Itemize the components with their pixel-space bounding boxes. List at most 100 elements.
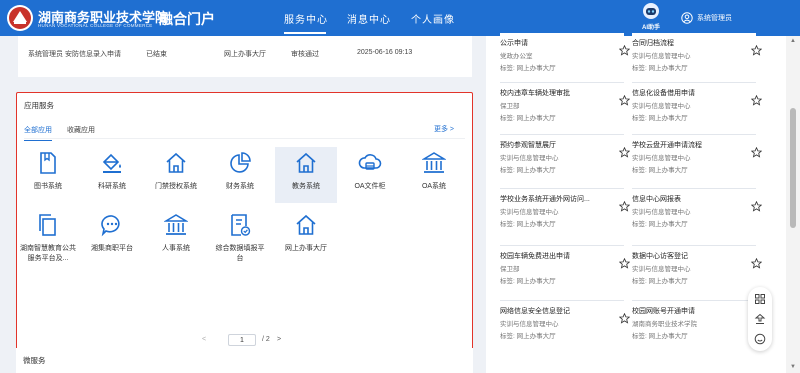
process-name: 网络信息安全信息登记 [500,308,570,315]
page-number-input[interactable] [228,334,256,346]
process-name: 信息中心网报表 [632,196,681,203]
row-status: 已结束 [146,51,167,58]
tab-favorite-apps[interactable]: 收藏应用 [67,125,95,135]
robot-icon [643,3,659,19]
favorite-star-icon[interactable] [619,147,630,158]
app-tile-xiangji-platform[interactable]: 湘集商职平台 [81,209,143,265]
app-tile-access-control[interactable]: 门禁授权系统 [145,147,207,203]
app-tile-online-hall[interactable]: 网上办事大厅 [275,209,337,265]
user-menu[interactable]: 系统管理员 [681,11,732,25]
recent-tasks-card: 系统管理员 安防信息录入申请 已结束 网上办事大厅 审核通过 2025-06-1… [18,36,472,77]
copy-icon [39,214,56,236]
favorite-star-icon[interactable] [751,201,762,212]
app-tile-finance[interactable]: 财务系统 [209,147,271,203]
process-card[interactable]: 预约参观智慧展厅 实训与信息管理中心 标签: 网上办事大厅 [500,134,630,185]
app-tile-oa-file-cabinet[interactable]: OA文件柜 [339,147,401,203]
process-card[interactable]: 网络信息安全信息登记 实训与信息管理中心 标签: 网上办事大厅 [500,300,630,351]
prev-page-button[interactable]: < [202,336,206,343]
paint-bucket-icon [102,153,121,173]
process-name: 校内违章车辆处理审批 [500,90,570,97]
app-label: 湖南智慧教育公共服务平台及... [20,245,76,262]
scroll-down-icon[interactable]: ▼ [790,364,796,370]
home-icon [166,152,186,173]
app-tile-hr-system[interactable]: 人事系统 [145,209,207,265]
ai-assistant-button[interactable]: AI助手 [636,2,666,34]
app-label: 湘集商职平台 [91,245,133,252]
process-department: 实训与信息管理中心 [500,155,559,162]
process-tag: 标签: 网上办事大厅 [500,167,556,174]
process-name: 合同归档流程 [632,40,674,47]
app-tile-library[interactable]: 图书系统 [17,147,79,203]
app-tile-oa-system[interactable]: OA系统 [403,147,465,203]
favorite-star-icon[interactable] [619,313,630,324]
favorite-star-icon[interactable] [751,45,762,56]
form-check-icon [231,214,251,236]
micro-services-card: 微服务 [16,348,473,373]
process-name: 信息化设备借用申请 [632,90,695,97]
school-logo-icon[interactable] [6,4,34,32]
scroll-up-icon[interactable]: ▲ [790,38,796,44]
next-page-button[interactable]: > [277,336,281,343]
process-card[interactable]: 信息中心网报表 实训与信息管理中心 标签: 网上办事大厅 [632,188,762,239]
app-tile-smart-education[interactable]: 湖南智慧教育公共服务平台及... [17,209,79,273]
tab-all-apps[interactable]: 全部应用 [24,125,52,141]
user-name: 系统管理员 [697,15,732,22]
favorite-star-icon[interactable] [619,45,630,56]
tab-personal-profile[interactable]: 个人画像 [411,11,455,26]
home-icon [296,152,316,173]
chat-icon [101,215,120,237]
process-tag: 标签: 网上办事大厅 [500,221,556,228]
process-card[interactable]: 校园车辆免费进出申请 保卫部 标签: 网上办事大厅 [500,245,630,296]
portal-title: 融合门户 [159,11,215,27]
scrollbar-thumb[interactable] [790,108,796,228]
scrollbar[interactable]: ▲ ▼ [786,36,800,373]
smile-icon[interactable] [754,333,766,345]
process-department: 实训与信息管理中心 [632,53,691,60]
process-tag: 标签: 网上办事大厅 [500,333,556,340]
favorite-star-icon[interactable] [751,147,762,158]
favorite-star-icon[interactable] [619,201,630,212]
process-department: 实训与信息管理中心 [500,321,559,328]
process-card[interactable]: 校内违章车辆处理审批 保卫部 标签: 网上办事大厅 [500,82,630,133]
process-card[interactable]: 合同归档流程 实训与信息管理中心 标签: 网上办事大厅 [632,33,762,84]
more-apps-link[interactable]: 更多 > [434,124,454,134]
app-services-title: 应用服务 [24,101,54,110]
favorite-star-icon[interactable] [751,258,762,269]
process-card[interactable]: 数据中心访客登记 实训与信息管理中心 标签: 网上办事大厅 [632,245,762,296]
grid-icon[interactable] [754,293,766,305]
favorite-star-icon[interactable] [619,95,630,106]
process-name: 学校业务系统开通外网访问... [500,196,590,203]
process-department: 实训与信息管理中心 [500,209,559,216]
app-tile-academic-affairs[interactable]: 教务系统 [275,147,337,203]
process-card[interactable]: 校园网账号开通申请 湖南商务职业技术学院 标签: 网上办事大厅 [632,300,762,351]
process-card[interactable]: 学校业务系统开通外网访问... 实训与信息管理中心 标签: 网上办事大厅 [500,188,630,239]
tab-message-center[interactable]: 消息中心 [347,11,391,26]
micro-services-title: 微服务 [23,356,46,365]
app-label: 综合数据填报平台 [215,245,265,262]
app-tile-data-report[interactable]: 综合数据填报平台 [209,209,271,273]
process-tag: 标签: 网上办事大厅 [632,167,688,174]
home-icon [296,214,316,235]
process-card[interactable]: 公示申请 党政办公室 标签: 网上办事大厅 [500,33,630,84]
top-header: 湖南商务职业技术学院 HUNAN VOCATIONAL COLLEGE OF C… [0,0,800,36]
process-department: 湖南商务职业技术学院 [632,321,697,328]
process-tag: 标签: 网上办事大厅 [632,278,688,285]
process-department: 党政办公室 [500,53,533,60]
process-name: 学校云盘开通申请流程 [632,142,702,149]
process-department: 保卫部 [500,103,520,110]
process-tag: 标签: 网上办事大厅 [632,333,688,340]
process-name: 数据中心访客登记 [632,253,688,260]
app-label: 教务系统 [292,183,320,190]
process-card[interactable]: 学校云盘开通申请流程 实训与信息管理中心 标签: 网上办事大厅 [632,134,762,185]
app-label: 财务系统 [226,183,254,190]
favorite-star-icon[interactable] [619,258,630,269]
user-avatar-icon [681,12,693,24]
feedback-icon[interactable] [754,313,766,325]
favorite-star-icon[interactable] [751,95,762,106]
pie-chart-icon [230,152,251,173]
tab-service-center[interactable]: 服务中心 [284,11,328,34]
process-card[interactable]: 信息化设备借用申请 实训与信息管理中心 标签: 网上办事大厅 [632,82,762,133]
app-tile-research[interactable]: 科研系统 [81,147,143,203]
row-result: 审核通过 [291,51,319,58]
process-department: 实训与信息管理中心 [632,266,691,273]
